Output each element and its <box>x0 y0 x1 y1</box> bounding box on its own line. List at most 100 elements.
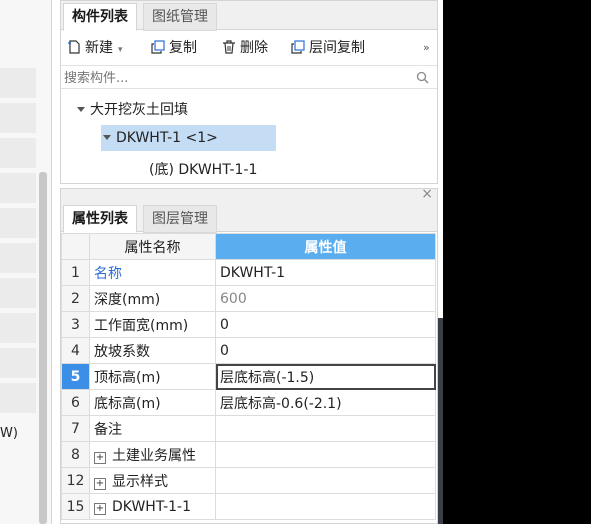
property-grid-header: 属性名称 属性值 <box>61 233 436 260</box>
component-list-panel: 构件列表 图纸管理 新建 ▾ 复制 删除 层间复制 » 大开挖灰土回填 DKWHT… <box>60 0 438 184</box>
property-value <box>215 493 436 520</box>
property-group-name: + 土建业务属性 <box>89 441 216 468</box>
property-grid: 属性名称 属性值 1 名称 DKWHT-1 2 深度(mm) 600 3 工作面… <box>61 233 436 520</box>
table-row-group[interactable]: 12 + 显示样式 <box>61 467 436 494</box>
left-list-row[interactable] <box>0 278 36 308</box>
tree-item-leaf[interactable]: (底) DKWHT-1-1 <box>149 159 257 179</box>
toolbar-overflow-button[interactable]: » <box>423 37 430 59</box>
property-panel-titlebar: × <box>61 189 437 203</box>
left-list-row[interactable] <box>0 243 36 273</box>
property-value[interactable]: 0 <box>215 311 436 338</box>
tab-layer-management[interactable]: 图层管理 <box>143 205 217 233</box>
property-name: 工作面宽(mm) <box>89 311 216 338</box>
table-row[interactable]: 6 底标高(m) 层底标高-0.6(-2.1) <box>61 389 436 416</box>
row-number: 5 <box>61 363 90 390</box>
floor-copy-button-label: 层间复制 <box>309 40 365 56</box>
left-list-row[interactable] <box>0 383 36 413</box>
property-name: 底标高(m) <box>89 389 216 416</box>
delete-button[interactable]: 删除 <box>222 37 268 59</box>
table-row-group[interactable]: 15 + DKWHT-1-1 <box>61 493 436 520</box>
table-row[interactable]: 3 工作面宽(mm) 0 <box>61 311 436 338</box>
row-number: 6 <box>61 389 90 416</box>
row-number: 3 <box>61 311 90 338</box>
viewport-area[interactable] <box>443 0 591 524</box>
property-group-name: + DKWHT-1-1 <box>89 493 216 520</box>
left-list-row[interactable] <box>0 348 36 378</box>
property-value-editing[interactable]: 层底标高(-1.5) <box>215 363 436 390</box>
property-name: 名称 <box>89 259 216 286</box>
table-row[interactable]: 4 放坡系数 0 <box>61 337 436 364</box>
header-corner <box>61 233 90 260</box>
expand-plus-icon[interactable]: + <box>94 451 106 464</box>
property-group-label: 土建业务属性 <box>112 447 196 464</box>
row-number: 8 <box>61 441 90 468</box>
left-list-row[interactable] <box>0 138 36 168</box>
expand-arrow-icon[interactable] <box>103 135 111 140</box>
property-value[interactable]: 层底标高-0.6(-2.1) <box>215 389 436 416</box>
row-number: 1 <box>61 259 90 286</box>
copy-button[interactable]: 复制 <box>151 37 197 59</box>
property-name: 深度(mm) <box>89 285 216 312</box>
tab-property-list[interactable]: 属性列表 <box>63 205 137 233</box>
tree-item-root-label: 大开挖灰土回填 <box>90 102 188 118</box>
new-button[interactable]: 新建 ▾ <box>67 37 123 59</box>
row-number: 2 <box>61 285 90 312</box>
expand-arrow-icon[interactable] <box>77 107 85 112</box>
property-value[interactable]: 600 <box>215 285 436 312</box>
row-number: 7 <box>61 415 90 442</box>
new-document-icon <box>68 40 80 54</box>
header-property-name[interactable]: 属性名称 <box>89 233 216 260</box>
component-search-bar <box>61 65 437 90</box>
row-number: 15 <box>61 493 90 520</box>
table-row[interactable]: 7 备注 <box>61 415 436 442</box>
expand-plus-icon[interactable]: + <box>94 502 106 515</box>
property-group-name: + 显示样式 <box>89 467 216 494</box>
property-value <box>215 441 436 468</box>
tab-drawing-management[interactable]: 图纸管理 <box>143 3 217 31</box>
property-name: 顶标高(m) <box>89 363 216 390</box>
property-list-panel: × 属性列表 图层管理 属性名称 属性值 1 名称 DKWHT-1 2 深度(m… <box>60 188 438 524</box>
property-value[interactable]: DKWHT-1 <box>215 259 436 286</box>
table-row-selected[interactable]: 5 顶标高(m) 层底标高(-1.5) <box>61 363 436 390</box>
left-partial-label: W) <box>0 426 18 441</box>
table-row[interactable]: 1 名称 DKWHT-1 <box>61 259 436 286</box>
left-scrollbar[interactable] <box>39 172 47 524</box>
property-value[interactable]: 0 <box>215 337 436 364</box>
left-list-row[interactable] <box>0 103 36 133</box>
expand-plus-icon[interactable]: + <box>94 477 106 490</box>
property-group-label: 显示样式 <box>112 473 168 490</box>
component-search-input[interactable] <box>61 66 406 90</box>
row-number: 12 <box>61 467 90 494</box>
property-group-label: DKWHT-1-1 <box>112 498 192 515</box>
table-row-group[interactable]: 8 + 土建业务属性 <box>61 441 436 468</box>
header-property-value[interactable]: 属性值 <box>215 233 436 260</box>
property-value <box>215 467 436 494</box>
tab-component-list[interactable]: 构件列表 <box>63 3 137 31</box>
table-row[interactable]: 2 深度(mm) 600 <box>61 285 436 312</box>
property-name: 备注 <box>89 415 216 442</box>
new-button-label: 新建 <box>85 40 113 56</box>
copy-button-label: 复制 <box>169 40 197 56</box>
floor-copy-button[interactable]: 层间复制 <box>291 37 365 59</box>
left-list-row[interactable] <box>0 313 36 343</box>
left-list-row[interactable] <box>0 68 36 98</box>
row-number: 4 <box>61 337 90 364</box>
left-list-row[interactable] <box>0 173 36 203</box>
tree-item-root[interactable]: 大开挖灰土回填 <box>77 99 188 119</box>
floor-copy-icon <box>291 40 305 54</box>
copy-icon <box>151 40 165 54</box>
component-tabbar: 构件列表 图纸管理 <box>61 1 437 31</box>
tree-item-selected-label: DKWHT-1 <1> <box>116 130 218 146</box>
property-tabbar: 属性列表 图层管理 <box>61 203 437 233</box>
tree-item-selected[interactable]: DKWHT-1 <1> <box>101 125 276 151</box>
property-name: 放坡系数 <box>89 337 216 364</box>
chevron-down-icon[interactable]: ▾ <box>118 45 123 55</box>
tree-item-leaf-label: (底) DKWHT-1-1 <box>149 162 258 178</box>
close-icon[interactable]: × <box>421 189 433 202</box>
property-value[interactable] <box>215 415 436 442</box>
search-icon[interactable] <box>416 71 429 84</box>
delete-button-label: 删除 <box>240 40 268 56</box>
trash-icon <box>223 40 235 54</box>
panel-resize-handle[interactable] <box>438 318 443 524</box>
left-list-row[interactable] <box>0 208 36 238</box>
